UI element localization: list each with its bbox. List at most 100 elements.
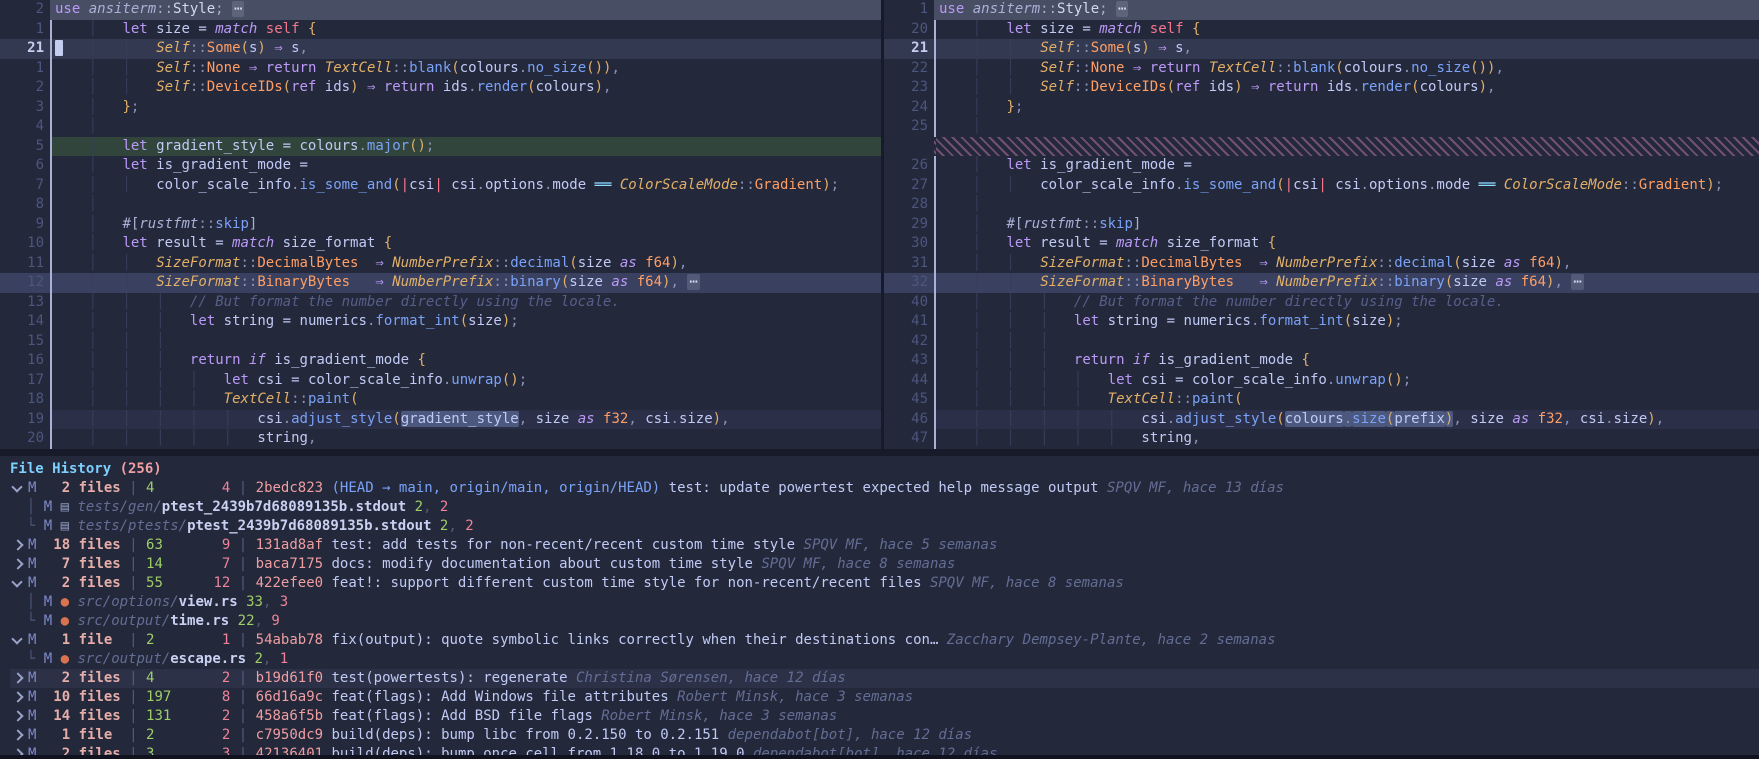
- token-b: ): [1141, 40, 1149, 56]
- token-w: [198, 430, 223, 446]
- code-line[interactable]: 40 │ │ │ // But format the number direct…: [884, 293, 1759, 313]
- file-entry-row[interactable]: └ M ● src/output/time.rs 22, 9: [10, 612, 1759, 631]
- code-line[interactable]: 17 │ │ │ │ let csi = color_scale_info.un…: [0, 371, 881, 391]
- chevron-right-icon: [10, 690, 28, 704]
- code-line[interactable]: 14 │ │ │ let string = numerics.format_in…: [0, 312, 881, 332]
- code-line[interactable]: 1use ansiterm::Style; ⋯: [884, 0, 1759, 20]
- token-t: SizeFormat: [1040, 274, 1124, 290]
- token-g: │: [973, 216, 981, 232]
- token-n: [595, 411, 603, 427]
- token-d: ,: [721, 411, 729, 427]
- commit-row[interactable]: M 2 files | 55 12 | 422efee0 feat!: supp…: [10, 574, 1759, 593]
- commit-row[interactable]: M 14 files | 131 2 | 458a6f5b feat(flags…: [10, 707, 1759, 726]
- code-line[interactable]: 5 │ let gradient_style = colours.major()…: [0, 137, 881, 157]
- code-line[interactable]: 18 │ │ │ │ TextCell::paint(: [0, 390, 881, 410]
- token-g: │: [89, 216, 97, 232]
- code-line[interactable]: 21 │ │ Self::Some(s) ⇒ s,: [884, 39, 1759, 59]
- token-n: [384, 255, 392, 271]
- code-text: │ │ Self::None ⇒ return TextCell::blank(…: [934, 59, 1759, 79]
- code-line[interactable]: 19 │ │ │ │ │ csi.adjust_style(gradient_s…: [0, 410, 881, 430]
- code-line[interactable]: 16 │ │ │ return if is_gradient_mode {: [0, 351, 881, 371]
- token-fl: 2 files: [53, 480, 120, 496]
- code-line[interactable]: 42 │ │ │: [884, 332, 1759, 352]
- token-k: ref: [1175, 79, 1200, 95]
- code-line[interactable]: 20 │ let size = match self {: [884, 20, 1759, 40]
- code-line[interactable]: 28 │: [884, 195, 1759, 215]
- commit-row[interactable]: M 18 files | 63 9 | 131ad8af test: add t…: [10, 536, 1759, 555]
- code-line[interactable]: 21 │ │ Self::Some(s) ⇒ s,: [0, 39, 881, 59]
- code-text: │ │ │ │ TextCell::paint(: [50, 390, 881, 410]
- code-line[interactable]: 32 │ │ SizeFormat::BinaryBytes ⇒ NumberP…: [884, 273, 1759, 293]
- commit-row[interactable]: M 1 file | 2 2 | c7950dc9 build(deps): b…: [10, 726, 1759, 745]
- commit-row[interactable]: M 1 file | 2 1 | 54abab78 fix(output): q…: [10, 631, 1759, 650]
- token-o: ⇒: [1259, 274, 1267, 290]
- code-line[interactable]: 9 │ #[rustfmt::skip]: [0, 215, 881, 235]
- code-line[interactable]: 11 │ │ SizeFormat::DecimalBytes ⇒ Number…: [0, 254, 881, 274]
- code-line[interactable]: 43 │ │ │ return if is_gradient_mode {: [884, 351, 1759, 371]
- code-line[interactable]: 31 │ │ SizeFormat::DecimalBytes ⇒ Number…: [884, 254, 1759, 274]
- token-w: [981, 157, 1006, 173]
- code-line[interactable]: 23 │ │ Self::DeviceIDs(ref ids) ⇒ return…: [884, 78, 1759, 98]
- code-line[interactable]: 45 │ │ │ │ TextCell::paint(: [884, 390, 1759, 410]
- code-line[interactable]: 41 │ │ │ let string = numerics.format_in…: [884, 312, 1759, 332]
- token-b: (: [1234, 391, 1242, 407]
- commit-row[interactable]: M 10 files | 197 8 | 66d16a9c feat(flags…: [10, 688, 1759, 707]
- code-line[interactable]: 30 │ let result = match size_format {: [884, 234, 1759, 254]
- code-line[interactable]: 10 │ let result = match size_format {: [0, 234, 881, 254]
- commit-row[interactable]: M 2 files | 3 3 | 42136401 build(deps): …: [10, 745, 1759, 755]
- commit-row[interactable]: M 2 files | 4 4 | 2bedc823 (HEAD → main,…: [10, 479, 1759, 498]
- code-line[interactable]: 2use ansiterm::Style; ⋯: [0, 0, 881, 20]
- token-v: DecimalBytes: [1141, 255, 1242, 271]
- token-w: [198, 411, 223, 427]
- code-line[interactable]: 1 │ │ Self::None ⇒ return TextCell::blan…: [0, 59, 881, 79]
- file-entry-row[interactable]: │ M ● src/options/view.rs 33, 3: [10, 593, 1759, 612]
- code-line[interactable]: 3 │ };: [0, 98, 881, 118]
- code-line[interactable]: 47 │ │ │ │ │ string,: [884, 429, 1759, 449]
- token-meta: Robert Minsk, hace 3 semanas: [593, 708, 837, 724]
- code-line[interactable]: 4 │: [0, 117, 881, 137]
- code-line[interactable]: 25 │: [884, 117, 1759, 137]
- token-ki: as: [620, 255, 637, 271]
- token-w: [35, 613, 43, 629]
- commit-row[interactable]: M 2 files | 4 2 | b19d61f0 test(powertes…: [10, 669, 1759, 688]
- code-line[interactable]: 8 │: [0, 195, 881, 215]
- file-entry-row[interactable]: └ M ▤ tests/ptests/ptest_2439b7d68089135…: [10, 517, 1759, 536]
- token-t: NumberPrefix: [392, 255, 493, 271]
- token-g: │: [122, 177, 130, 193]
- code-line[interactable]: 26 │ let is_gradient_mode =: [884, 156, 1759, 176]
- deleted-line-filler[interactable]: [884, 137, 1759, 157]
- code-line[interactable]: 22 │ │ Self::None ⇒ return TextCell::bla…: [884, 59, 1759, 79]
- code-line[interactable]: 44 │ │ │ │ let csi = color_scale_info.un…: [884, 371, 1759, 391]
- code-line[interactable]: 7 │ │ color_scale_info.is_some_and(|csi|…: [0, 176, 881, 196]
- code-line[interactable]: 29 │ #[rustfmt::skip]: [884, 215, 1759, 235]
- line-number: 12: [0, 273, 44, 293]
- code-line[interactable]: 46 │ │ │ │ │ csi.adjust_style(colours.si…: [884, 410, 1759, 430]
- token-w: [97, 313, 122, 329]
- code-line[interactable]: 12 │ │ SizeFormat::BinaryBytes ⇒ NumberP…: [0, 273, 881, 293]
- code-line[interactable]: 27 │ │ color_scale_info.is_some_and(|csi…: [884, 176, 1759, 196]
- code-line[interactable]: 2 │ │ Self::DeviceIDs(ref ids) ⇒ return …: [0, 78, 881, 98]
- token-g: │: [973, 177, 981, 193]
- commit-row[interactable]: M 7 files | 14 7 | baca7175 docs: modify…: [10, 555, 1759, 574]
- code-line[interactable]: 15 │ │ │: [0, 332, 881, 352]
- token-sep: |: [230, 480, 255, 496]
- token-f: adjust_style: [291, 411, 392, 427]
- token-sep: |: [230, 670, 255, 686]
- token-d: ,: [300, 40, 308, 56]
- token-n: csi: [637, 411, 671, 427]
- code-line[interactable]: 20 │ │ │ │ │ string,: [0, 429, 881, 449]
- code-line[interactable]: 24 │ };: [884, 98, 1759, 118]
- token-fd: ::: [156, 1, 173, 17]
- line-number: 30: [884, 234, 928, 254]
- file-entry-row[interactable]: └ M ● src/output/escape.rs 2, 1: [10, 650, 1759, 669]
- file-entry-row[interactable]: │ M ▤ tests/gen/ptest_2439b7d68089135b.s…: [10, 498, 1759, 517]
- token-d: ;: [1715, 177, 1723, 193]
- token-v: BinaryBytes: [257, 274, 350, 290]
- code-line[interactable]: 13 │ │ │ // But format the number direct…: [0, 293, 881, 313]
- code-line[interactable]: 6 │ let is_gradient_mode =: [0, 156, 881, 176]
- code-line[interactable]: 1 │ let size = match self {: [0, 20, 881, 40]
- token-w: [939, 430, 973, 446]
- line-number: 15: [0, 332, 44, 352]
- token-st: M: [44, 518, 52, 534]
- token-w: [36, 746, 53, 755]
